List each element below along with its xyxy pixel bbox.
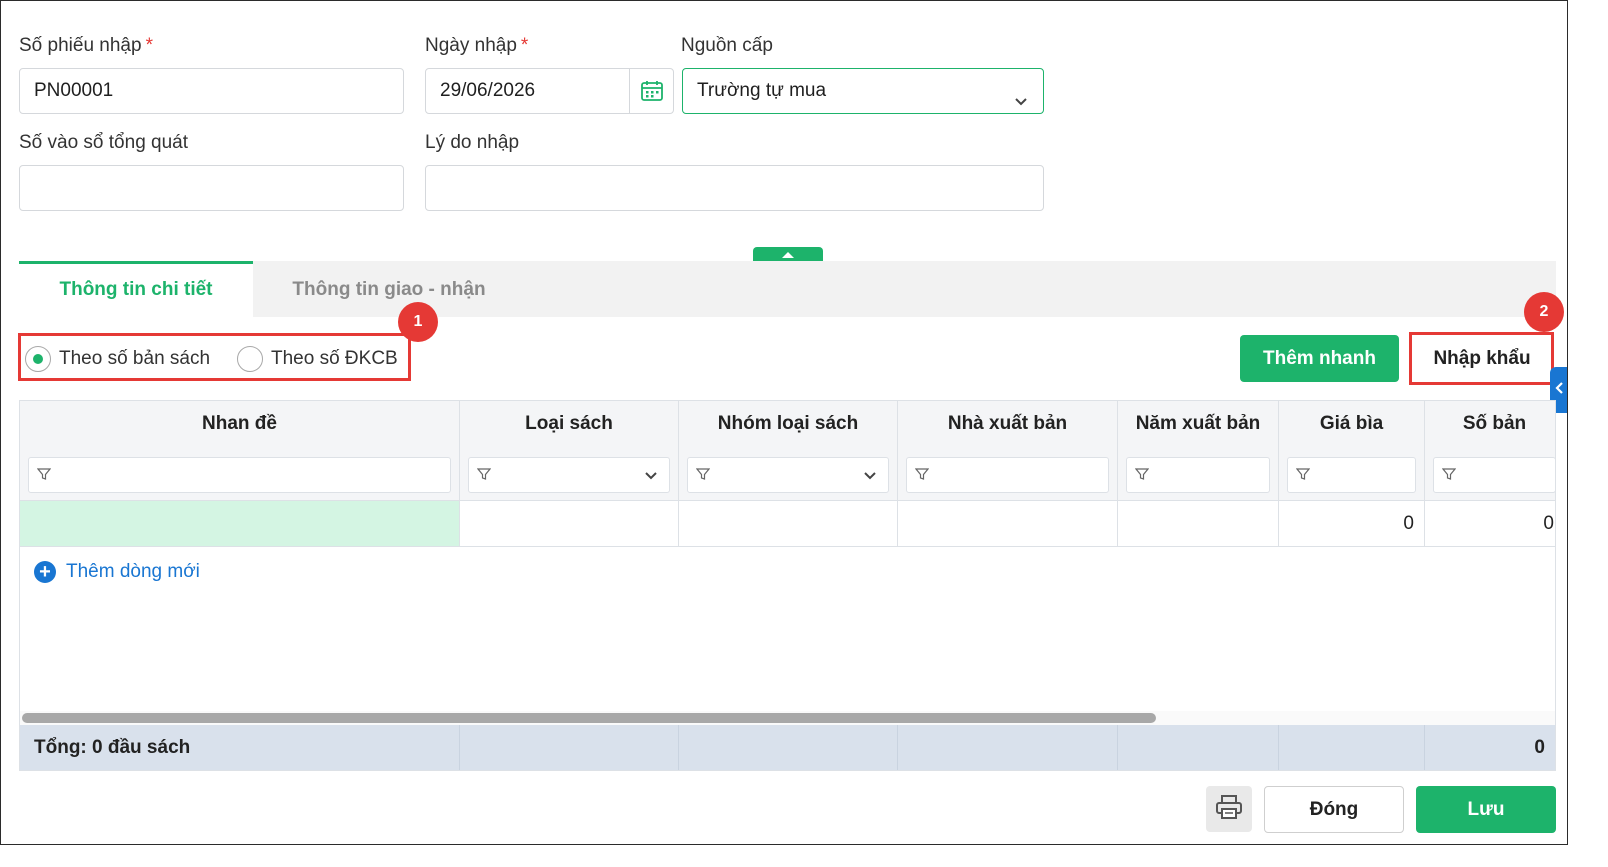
ly-do-label: Lý do nhập	[425, 132, 520, 153]
footer-cell	[898, 725, 1118, 770]
annotation-box-2	[1409, 332, 1554, 385]
cell-nhan-de[interactable]	[20, 501, 460, 547]
cell-gia-bia[interactable]: 0	[1279, 501, 1425, 547]
filter-icon	[476, 467, 492, 486]
column-header-nhom-loai-sach[interactable]: Nhóm loại sách	[679, 401, 898, 501]
chevron-down-icon[interactable]	[862, 469, 878, 488]
scrollbar-thumb[interactable]	[22, 713, 1156, 723]
column-header-gia-bia[interactable]: Giá bìa	[1279, 401, 1425, 501]
cell-loai-sach[interactable]	[460, 501, 679, 547]
filter-gia-bia[interactable]	[1287, 457, 1416, 493]
footer-cell	[1279, 725, 1425, 770]
filter-icon	[695, 467, 711, 486]
column-header-loai-sach[interactable]: Loại sách	[460, 401, 679, 501]
filter-so-ban[interactable]	[1433, 457, 1555, 493]
footer-cell	[460, 725, 679, 770]
so-phieu-input[interactable]: PN00001	[19, 68, 404, 114]
footer-cell	[679, 725, 898, 770]
filter-icon	[1134, 467, 1150, 486]
dialog: Số phiếu nhập * Ngày nhập * Nguồn cấp PN00…	[0, 0, 1568, 845]
printer-icon	[1215, 794, 1243, 825]
chevron-left-icon	[1555, 381, 1565, 399]
so-vao-so-input[interactable]	[19, 165, 404, 211]
ngay-nhap-input[interactable]: 29/06/2026	[425, 68, 674, 114]
plus-icon: +	[34, 561, 56, 583]
filter-icon	[1441, 467, 1457, 486]
total-label: Tổng: 0 đầu sách	[34, 737, 191, 758]
nguon-cap-value: Trường tự mua	[697, 80, 827, 101]
print-button[interactable]	[1206, 786, 1252, 832]
column-header-nha-xuat-ban[interactable]: Nhà xuất bản	[898, 401, 1118, 501]
filter-icon	[1295, 467, 1311, 486]
filter-nam-xuat-ban[interactable]	[1126, 457, 1270, 493]
so-phieu-label: Số phiếu nhập *	[19, 35, 153, 56]
calendar-icon[interactable]	[629, 69, 673, 113]
filter-nhom-loai-sach[interactable]	[687, 457, 889, 493]
footer-cell	[1118, 725, 1279, 770]
total-value: 0	[1534, 737, 1545, 758]
tab-thong-tin-giao-nhan[interactable]: Thông tin giao - nhận	[269, 261, 509, 317]
filter-nhan-de[interactable]	[28, 457, 451, 493]
column-header-nhan-de[interactable]: Nhan đề	[20, 401, 460, 501]
so-vao-so-label: Số vào sổ tổng quát	[19, 132, 189, 153]
filter-icon	[36, 467, 52, 486]
chevron-down-icon[interactable]	[643, 469, 659, 488]
column-header-nam-xuat-ban[interactable]: Năm xuất bản	[1118, 401, 1279, 501]
column-header-so-ban[interactable]: Số bản	[1425, 401, 1555, 501]
annotation-badge-1: 1	[398, 302, 438, 342]
filter-loai-sach[interactable]	[468, 457, 670, 493]
filter-icon	[914, 467, 930, 486]
ly-do-input[interactable]	[425, 165, 1044, 211]
annotation-box-1	[18, 333, 411, 381]
filter-nha-xuat-ban[interactable]	[906, 457, 1109, 493]
add-row-button[interactable]: + Thêm dòng mới	[34, 561, 200, 583]
tab-bar: Thông tin chi tiết Thông tin giao - nhận	[19, 261, 1556, 317]
nguon-cap-label: Nguồn cấp	[681, 35, 773, 56]
ngay-nhap-value: 29/06/2026	[440, 80, 536, 101]
annotation-badge-2: 2	[1524, 292, 1564, 332]
cell-so-ban[interactable]: 0	[1425, 501, 1555, 547]
ngay-nhap-label: Ngày nhập *	[425, 35, 529, 56]
cell-nha-xuat-ban[interactable]	[898, 501, 1118, 547]
cell-nam-xuat-ban[interactable]	[1118, 501, 1279, 547]
tab-thong-tin-chi-tiet[interactable]: Thông tin chi tiết	[19, 261, 253, 317]
chevron-down-icon	[1013, 82, 1029, 126]
them-nhanh-button[interactable]: Thêm nhanh	[1240, 335, 1399, 382]
book-grid: Nhan đề Loại sách Nhóm loại sách Nhà xuấ…	[19, 400, 1556, 771]
nguon-cap-select[interactable]: Trường tự mua	[682, 68, 1044, 114]
luu-button[interactable]: Lưu	[1416, 786, 1556, 833]
cell-nhom-loai-sach[interactable]	[679, 501, 898, 547]
dong-button[interactable]: Đóng	[1264, 786, 1404, 833]
